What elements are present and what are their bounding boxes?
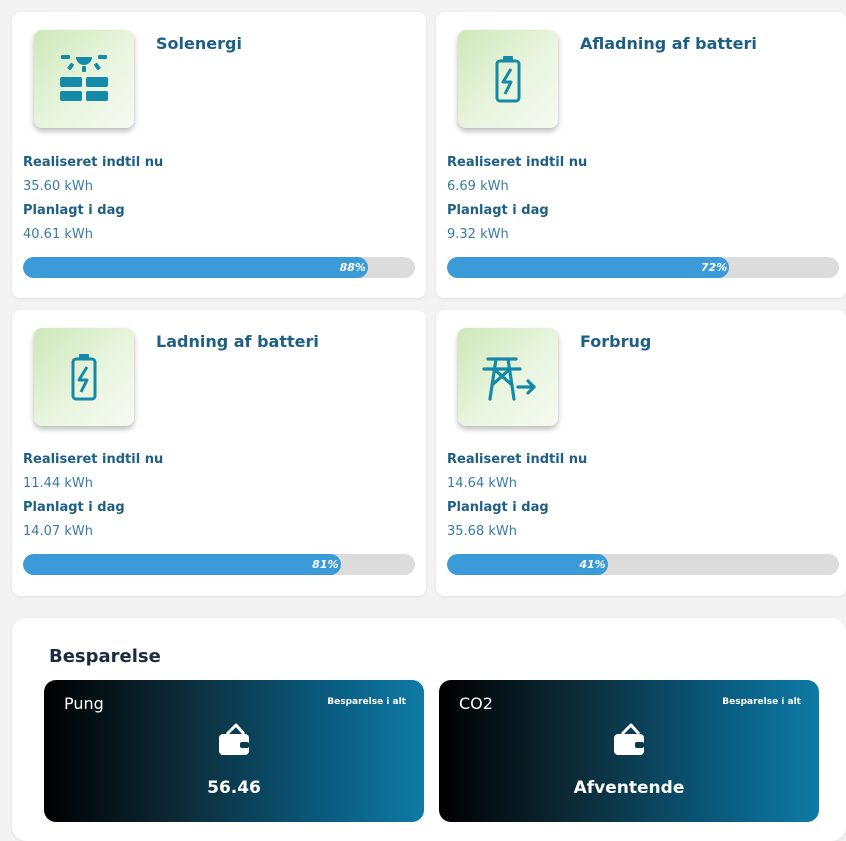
tile-name: Pung bbox=[64, 694, 104, 713]
battery-charging-icon bbox=[34, 328, 134, 426]
progress-percent: 72% bbox=[700, 261, 728, 274]
realized-value: 14.64 kWh bbox=[447, 476, 517, 491]
tile-name: CO2 bbox=[459, 694, 493, 713]
planned-value: 14.07 kWh bbox=[23, 524, 93, 539]
savings-section: Besparelse Pung Besparelse i alt 56.46 C… bbox=[12, 618, 846, 841]
planned-label: Planlagt i dag bbox=[447, 500, 549, 515]
wallet-icon bbox=[214, 720, 254, 764]
energy-card-battery-discharge: Afladning af batteri Realiseret indtil n… bbox=[436, 12, 846, 298]
progress-fill: 72% bbox=[447, 257, 730, 278]
power-tower-arrow-icon bbox=[458, 328, 558, 426]
progress-bar: 72% bbox=[447, 257, 839, 278]
battery-charging-icon bbox=[458, 30, 558, 128]
progress-bar: 41% bbox=[447, 554, 839, 575]
realized-value: 6.69 kWh bbox=[447, 179, 509, 194]
progress-percent: 41% bbox=[579, 558, 606, 571]
progress-percent: 81% bbox=[312, 558, 339, 571]
card-title: Afladning af batteri bbox=[580, 34, 757, 53]
planned-label: Planlagt i dag bbox=[23, 203, 125, 218]
card-title: Solenergi bbox=[156, 34, 242, 53]
card-title: Forbrug bbox=[580, 332, 652, 351]
savings-title: Besparelse bbox=[49, 646, 161, 667]
planned-value: 35.68 kWh bbox=[447, 524, 517, 539]
tile-subtitle: Besparelse i alt bbox=[327, 697, 406, 707]
realized-value: 11.44 kWh bbox=[23, 476, 93, 491]
progress-fill: 41% bbox=[447, 554, 608, 575]
savings-tile-co2[interactable]: CO2 Besparelse i alt Afventende bbox=[439, 680, 819, 822]
progress-percent: 88% bbox=[339, 261, 366, 274]
planned-value: 9.32 kWh bbox=[447, 227, 509, 242]
wallet-icon bbox=[609, 720, 649, 764]
realized-value: 35.60 kWh bbox=[23, 179, 93, 194]
energy-card-solar: Solenergi Realiseret indtil nu 35.60 kWh… bbox=[12, 12, 426, 298]
realized-label: Realiseret indtil nu bbox=[23, 155, 164, 170]
energy-card-battery-charge: Ladning af batteri Realiseret indtil nu … bbox=[12, 310, 426, 596]
savings-tile-wallet[interactable]: Pung Besparelse i alt 56.46 bbox=[44, 680, 424, 822]
realized-label: Realiseret indtil nu bbox=[447, 155, 588, 170]
tile-value: Afventende bbox=[573, 778, 685, 798]
planned-value: 40.61 kWh bbox=[23, 227, 93, 242]
progress-fill: 88% bbox=[23, 257, 368, 278]
planned-label: Planlagt i dag bbox=[447, 203, 549, 218]
tile-value: 56.46 bbox=[207, 778, 261, 798]
card-title: Ladning af batteri bbox=[156, 332, 319, 351]
progress-bar: 81% bbox=[23, 554, 415, 575]
realized-label: Realiseret indtil nu bbox=[447, 452, 588, 467]
realized-label: Realiseret indtil nu bbox=[23, 452, 164, 467]
planned-label: Planlagt i dag bbox=[23, 500, 125, 515]
progress-bar: 88% bbox=[23, 257, 415, 278]
progress-fill: 81% bbox=[23, 554, 341, 575]
solar-panel-icon bbox=[34, 30, 134, 128]
energy-card-consumption: Forbrug Realiseret indtil nu 14.64 kWh P… bbox=[436, 310, 846, 596]
tile-subtitle: Besparelse i alt bbox=[722, 697, 801, 707]
